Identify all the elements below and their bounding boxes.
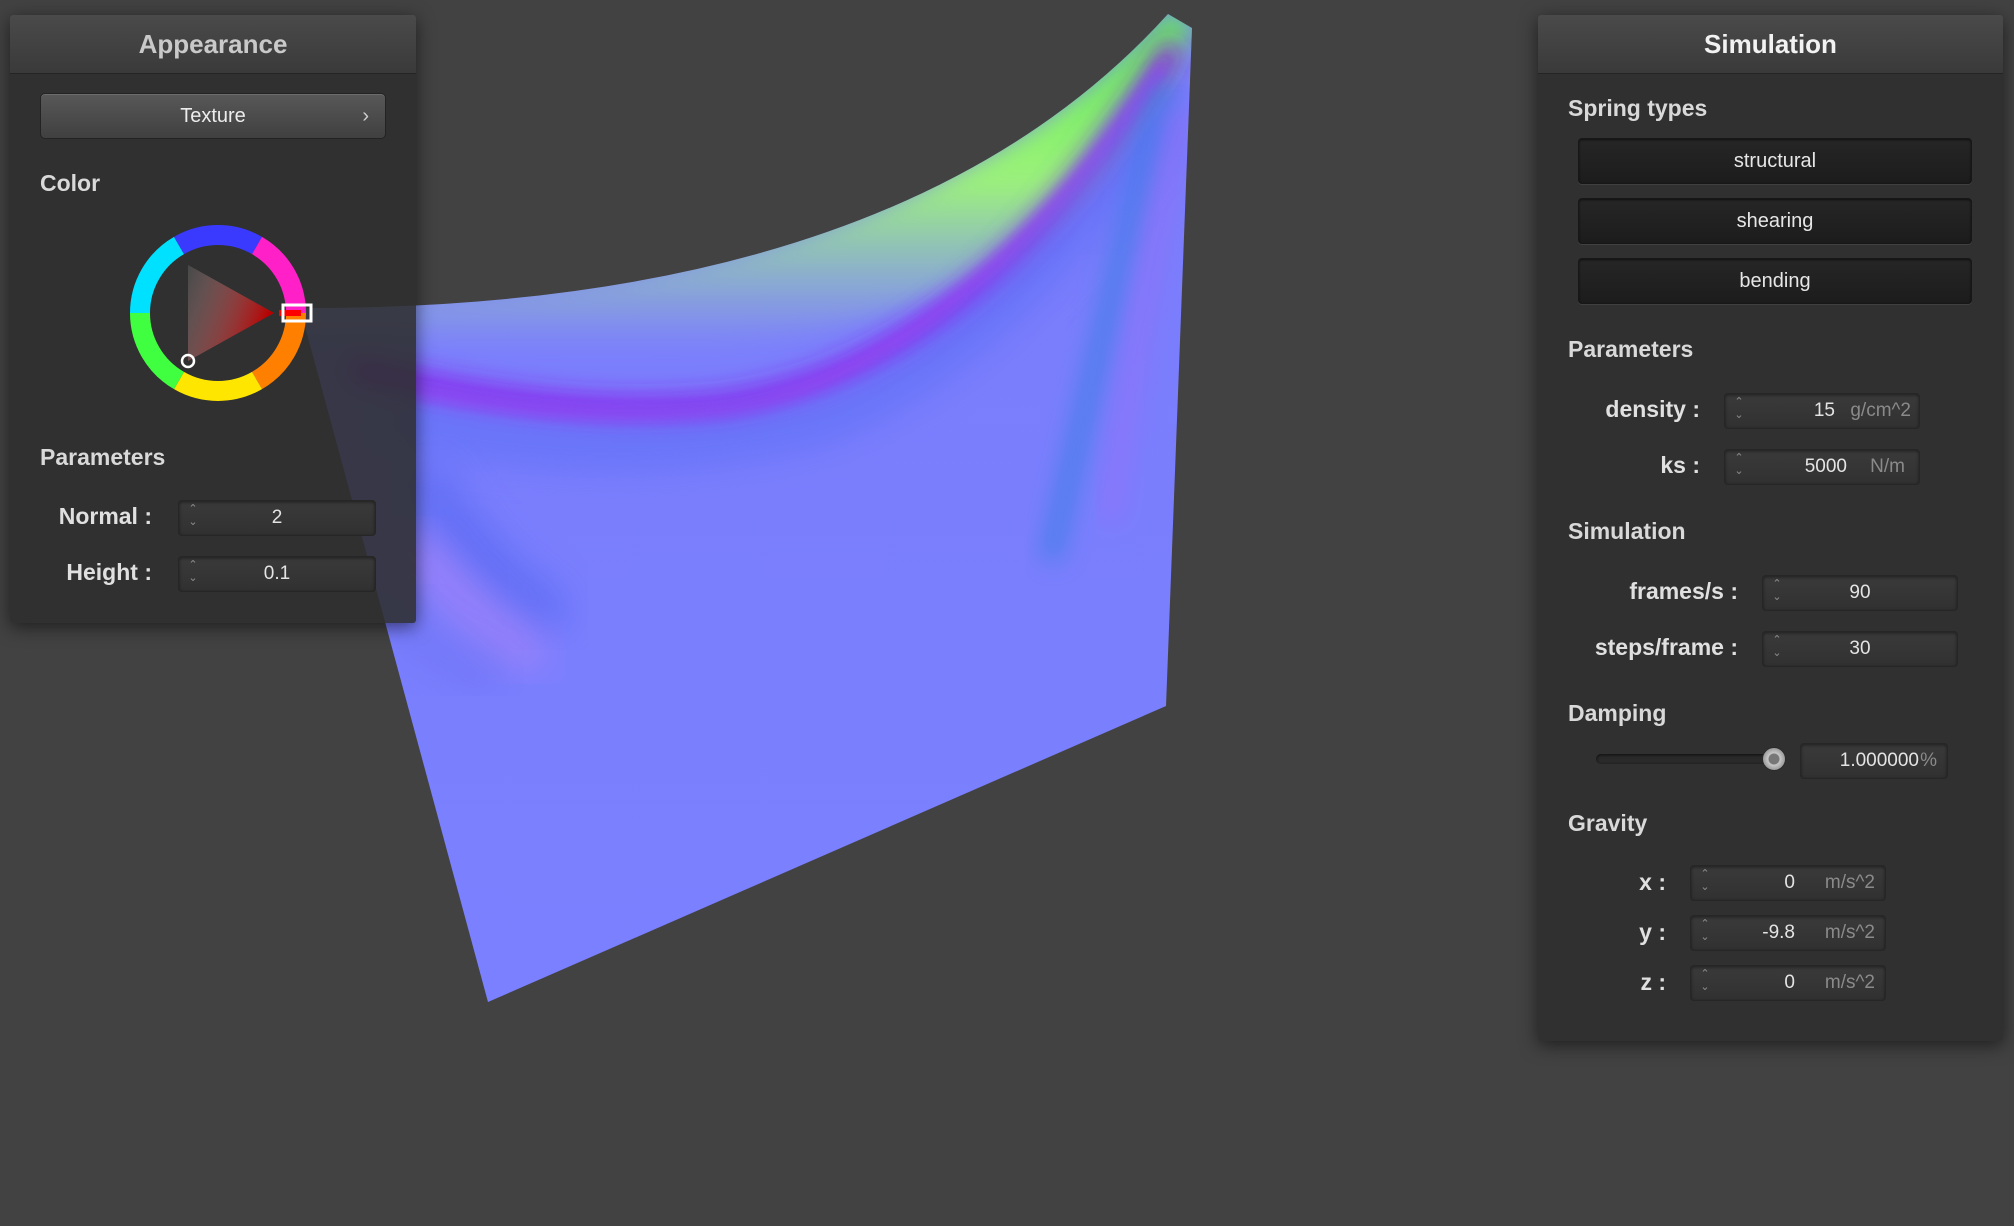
simulation-parameters-label: Parameters [1568,336,1694,362]
frames-per-s-label: frames/s : [1629,578,1738,604]
gravity-z-value: 0 [1784,972,1795,993]
gravity-x-value: 0 [1784,872,1795,893]
appearance-panel-title: Appearance [10,15,416,74]
damping-value: 1.000000 [1839,750,1919,771]
gravity-x-field[interactable]: ⌃ ⌄ 0 m/s^2 [1690,865,1886,901]
ks-value: 5000 [1804,456,1847,477]
steps-per-frame-label: steps/frame : [1594,634,1738,660]
normal-field[interactable]: ⌃ ⌄ 2 [178,500,376,536]
density-value: 15 [1813,400,1835,421]
damping-unit: % [1920,750,1937,771]
color-section-label: Color [40,170,101,196]
ks-label: ks : [1660,452,1700,478]
gravity-x-label: x : [1639,869,1666,895]
gravity-y-label: y : [1639,919,1666,945]
simulation-panel-title: Simulation [1538,15,2003,74]
cloth-mesh [300,14,1192,1002]
gravity-y-unit: m/s^2 [1824,922,1875,943]
normal-label: Normal : [58,503,152,529]
gravity-label: Gravity [1568,810,1648,836]
gravity-x-unit: m/s^2 [1824,872,1875,893]
spinner-arrows-icon[interactable]: ⌃ ⌄ [1733,396,1745,426]
steps-per-frame-field[interactable]: ⌃ ⌄ 30 [1762,631,1958,667]
steps-per-frame-value: 30 [1849,638,1871,659]
texture-button[interactable]: Texture › [40,93,386,139]
gravity-z-field[interactable]: ⌃ ⌄ 0 m/s^2 [1690,965,1886,1001]
frames-per-s-field[interactable]: ⌃ ⌄ 90 [1762,575,1958,611]
frames-per-s-value: 90 [1849,582,1871,603]
texture-button-label: Texture [180,105,246,127]
color-wheel[interactable] [120,215,320,415]
spinner-arrows-icon[interactable]: ⌃ ⌄ [1733,452,1745,482]
ks-unit: N/m [1870,456,1905,477]
damping-slider[interactable] [1596,747,1786,771]
gravity-z-label: z : [1640,969,1666,995]
damping-label: Damping [1568,700,1667,726]
density-unit: g/cm^2 [1850,400,1911,421]
density-label: density : [1605,396,1700,422]
spinner-arrows-icon[interactable]: ⌃ ⌄ [1699,868,1711,898]
gravity-z-unit: m/s^2 [1824,972,1875,993]
spinner-arrows-icon[interactable]: ⌃ ⌄ [1699,918,1711,948]
density-field[interactable]: ⌃ ⌄ 15 g/cm^2 [1724,393,1920,429]
bending-toggle[interactable]: bending [1578,258,1972,304]
damping-slider-handle[interactable] [1761,747,1786,771]
structural-toggle[interactable]: structural [1578,138,1972,184]
shearing-toggle[interactable]: shearing [1578,198,1972,244]
normal-value: 2 [271,507,283,528]
spring-types-label: Spring types [1568,95,1708,121]
height-field[interactable]: ⌃ ⌄ 0.1 [178,556,376,592]
appearance-parameters-label: Parameters [40,444,166,470]
height-value: 0.1 [263,563,291,584]
ks-field[interactable]: ⌃ ⌄ 5000 N/m [1724,449,1920,485]
chevron-right-icon: › [362,105,369,127]
gravity-y-field[interactable]: ⌃ ⌄ -9.8 m/s^2 [1690,915,1886,951]
spinner-arrows-icon[interactable]: ⌃ ⌄ [1699,968,1711,998]
simulation-section-label: Simulation [1568,518,1686,544]
damping-field[interactable]: 1.000000 % [1800,743,1948,779]
gravity-y-value: -9.8 [1762,922,1795,943]
height-label: Height : [66,559,152,585]
